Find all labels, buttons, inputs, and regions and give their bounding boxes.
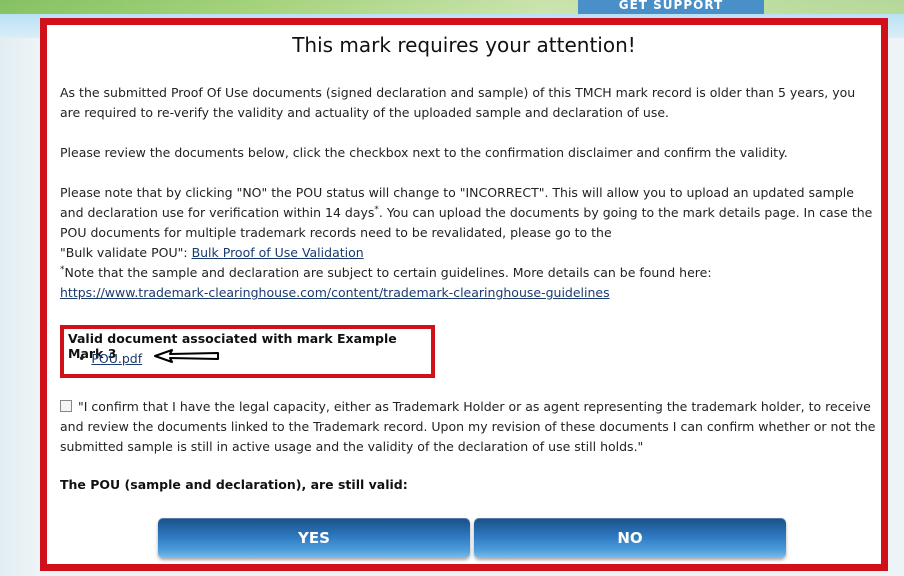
pou-pdf-link[interactable]: POU.pdf: [91, 351, 142, 366]
bulk-validate-line: "Bulk validate POU": Bulk Proof of Use V…: [60, 243, 876, 263]
document-list-item: • POU.pdf: [78, 351, 142, 366]
bullet: •: [78, 351, 86, 366]
intro-paragraph: As the submitted Proof Of Use documents …: [60, 85, 856, 120]
confirm-checkbox[interactable]: [60, 400, 72, 412]
guidelines-link-line: https://www.trademark-clearinghouse.com/…: [60, 283, 876, 303]
arrow-left-icon: [154, 349, 219, 363]
confirmation-text: "I confirm that I have the legal capacit…: [60, 399, 876, 454]
bulk-validation-link[interactable]: Bulk Proof of Use Validation: [192, 245, 364, 260]
confirmation-disclaimer: "I confirm that I have the legal capacit…: [60, 397, 876, 457]
yes-button[interactable]: YES: [158, 518, 470, 558]
guidelines-note-text: Note that the sample and declaration are…: [64, 265, 712, 280]
bulk-validate-label: "Bulk validate POU":: [60, 245, 192, 260]
page-left-background: [0, 38, 40, 576]
attention-modal: This mark requires your attention! As th…: [40, 18, 888, 571]
validity-question: The POU (sample and declaration), are st…: [60, 477, 408, 492]
instruction-paragraph: Please review the documents below, click…: [60, 145, 788, 160]
modal-title: This mark requires your attention!: [292, 33, 636, 57]
page-right-background: [888, 38, 904, 576]
header-banner-strip: [0, 0, 904, 14]
get-support-tab[interactable]: GET SUPPORT: [578, 0, 764, 14]
no-button[interactable]: NO: [474, 518, 786, 558]
modal-body: As the submitted Proof Of Use documents …: [60, 83, 876, 303]
valid-documents-box: Valid document associated with mark Exam…: [60, 325, 435, 378]
status-note-paragraph: Please note that by clicking "NO" the PO…: [60, 183, 876, 243]
guidelines-link[interactable]: https://www.trademark-clearinghouse.com/…: [60, 285, 610, 300]
guidelines-note: *Note that the sample and declaration ar…: [60, 263, 876, 283]
